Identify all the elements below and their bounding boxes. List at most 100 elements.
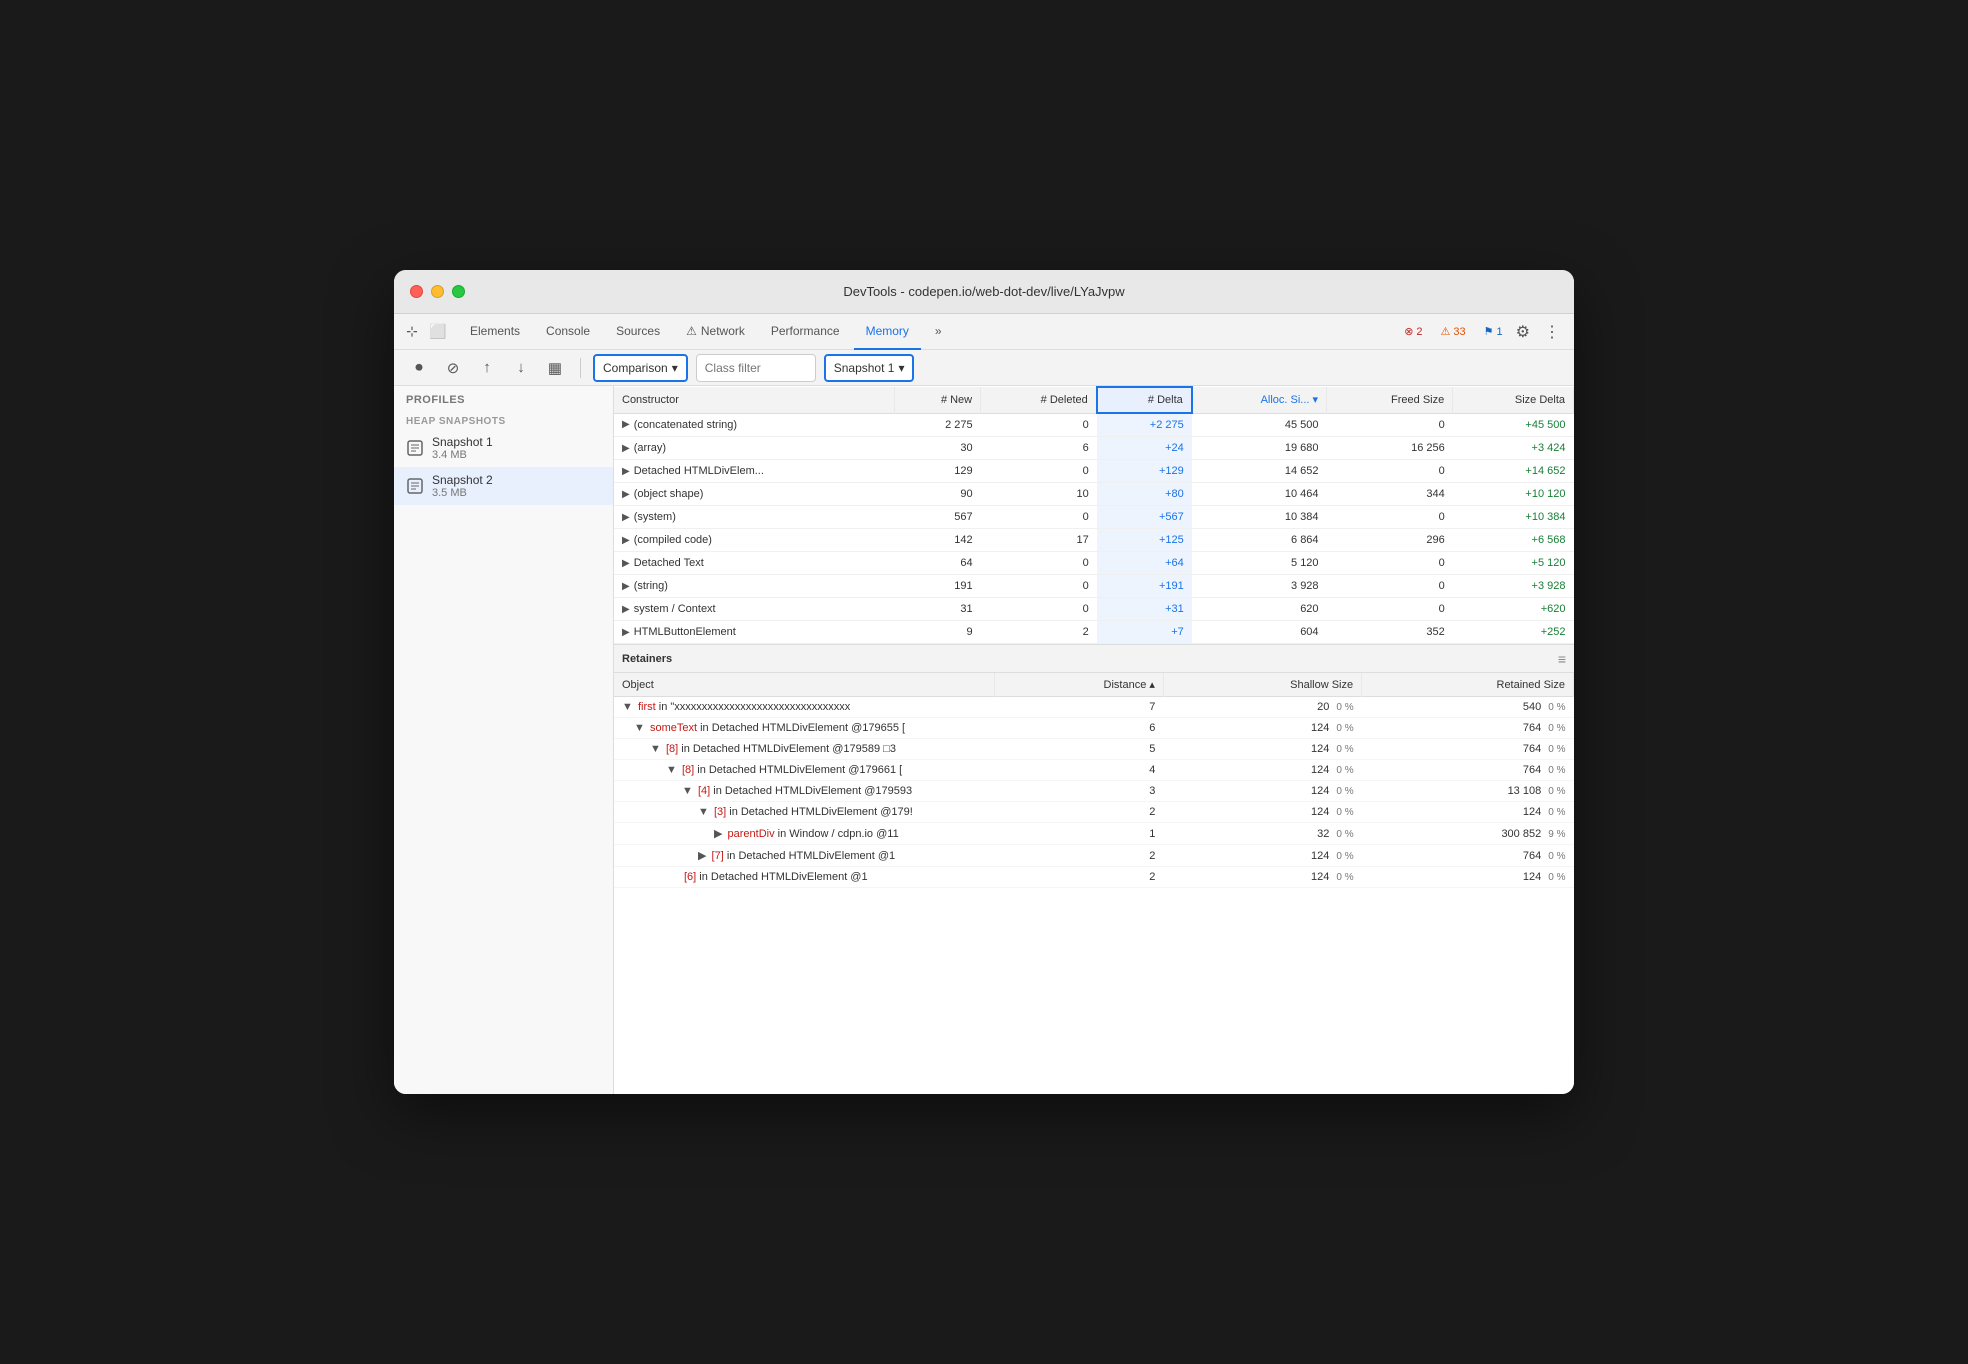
table-row[interactable]: ▶ HTMLButtonElement 9 2 +7 604 352 +252 (614, 621, 1574, 644)
cell-constructor: ▶ (compiled code) (614, 529, 894, 552)
table-row[interactable]: ▶ (array) 30 6 +24 19 680 16 256 +3 424 (614, 437, 1574, 460)
retainer-row[interactable]: ▼ someText in Detached HTMLDivElement @1… (614, 718, 1574, 739)
retainer-row[interactable]: ▼ [8] in Detached HTMLDivElement @179589… (614, 739, 1574, 760)
table-row[interactable]: ▶ system / Context 31 0 +31 620 0 +620 (614, 598, 1574, 621)
record-button[interactable]: ⏺ (406, 355, 432, 381)
table-row[interactable]: ▶ Detached Text 64 0 +64 5 120 0 +5 120 (614, 552, 1574, 575)
cell-size-delta: +252 (1453, 621, 1574, 644)
snapshot-2-item[interactable]: Snapshot 2 3.5 MB (394, 467, 613, 505)
cell-constructor: ▶ (object shape) (614, 483, 894, 506)
ret-keyword: [3] (714, 806, 726, 818)
cell-new: 90 (894, 483, 981, 506)
cell-deleted: 17 (981, 529, 1097, 552)
retainer-row[interactable]: ▶ parentDiv in Window / cdpn.io @11 1 32… (614, 823, 1574, 845)
inspect-icon[interactable]: ⬜ (428, 322, 448, 342)
tab-performance[interactable]: Performance (759, 314, 852, 350)
cell-deleted: 0 (981, 598, 1097, 621)
retainer-row[interactable]: ▼ first in "xxxxxxxxxxxxxxxxxxxxxxxxxxxx… (614, 697, 1574, 718)
snapshot-1-item[interactable]: Snapshot 1 3.4 MB (394, 429, 613, 467)
collect-button[interactable]: ▦ (542, 355, 568, 381)
expand-arrow[interactable]: ▶ (622, 466, 630, 477)
retainer-row[interactable]: ▶ [7] in Detached HTMLDivElement @1 2 12… (614, 845, 1574, 867)
info-badge: ⚑ 1 (1479, 323, 1508, 340)
tab-sources[interactable]: Sources (604, 314, 672, 350)
maximize-button[interactable] (452, 285, 465, 298)
error-count: 2 (1416, 326, 1422, 338)
table-row[interactable]: ▶ (object shape) 90 10 +80 10 464 344 +1… (614, 483, 1574, 506)
upload-button[interactable]: ↑ (474, 355, 500, 381)
ret-cell-distance: 5 (994, 739, 1163, 760)
ret-cell-shallow: 124 0 % (1163, 781, 1361, 802)
col-freed-size: Freed Size (1327, 387, 1453, 413)
more-options-button[interactable]: ⋮ (1538, 322, 1566, 342)
ret-text: in "xxxxxxxxxxxxxxxxxxxxxxxxxxxxxxxx (659, 701, 851, 713)
class-filter-input[interactable] (696, 354, 816, 382)
expand-arrow[interactable]: ▶ (622, 558, 630, 569)
ret-arrow: ▼ (698, 806, 709, 818)
minimize-button[interactable] (431, 285, 444, 298)
retainer-row[interactable]: ▼ [4] in Detached HTMLDivElement @179593… (614, 781, 1574, 802)
cell-delta: +80 (1097, 483, 1192, 506)
ret-cell-object: ▼ [4] in Detached HTMLDivElement @179593 (614, 781, 994, 802)
stop-button[interactable]: ⊘ (440, 355, 466, 381)
ret-text: in Detached HTMLDivElement @179! (729, 806, 913, 818)
snapshot-dropdown[interactable]: Snapshot 1 ▾ (824, 354, 915, 382)
cell-size-delta: +14 652 (1453, 460, 1574, 483)
settings-button[interactable]: ⚙ (1510, 322, 1536, 342)
ret-cell-distance: 3 (994, 781, 1163, 802)
cell-constructor: ▶ (concatenated string) (614, 413, 894, 437)
ret-cell-retained: 764 0 % (1362, 845, 1574, 867)
cell-deleted: 6 (981, 437, 1097, 460)
devtools-body: ⊹ ⬜ Elements Console Sources ⚠ Network P… (394, 314, 1574, 1094)
snapshot-2-size: 3.5 MB (432, 487, 493, 499)
comparison-dropdown[interactable]: Comparison ▾ (593, 354, 688, 382)
cell-size-delta: +10 120 (1453, 483, 1574, 506)
ret-cell-retained: 300 852 9 % (1362, 823, 1574, 845)
expand-arrow[interactable]: ▶ (622, 489, 630, 500)
cell-alloc-size: 10 464 (1192, 483, 1327, 506)
ret-arrow: ▼ (682, 785, 693, 797)
comparison-table: Constructor # New # Deleted # Delta Allo… (614, 386, 1574, 644)
table-row[interactable]: ▶ (concatenated string) 2 275 0 +2 275 4… (614, 413, 1574, 437)
cell-constructor: ▶ (system) (614, 506, 894, 529)
cell-alloc-size: 45 500 (1192, 413, 1327, 437)
snapshot-chevron: ▾ (898, 361, 904, 375)
download-button[interactable]: ↓ (508, 355, 534, 381)
tab-network-label: Network (701, 324, 745, 338)
expand-arrow[interactable]: ▶ (622, 535, 630, 546)
col-alloc-size[interactable]: Alloc. Si... ▾ (1192, 387, 1327, 413)
cell-delta: +567 (1097, 506, 1192, 529)
expand-arrow[interactable]: ▶ (622, 419, 630, 430)
ret-keyword: [8] (666, 743, 678, 755)
tab-elements[interactable]: Elements (458, 314, 532, 350)
ret-col-distance[interactable]: Distance ▴ (994, 673, 1163, 697)
cell-delta: +7 (1097, 621, 1192, 644)
col-constructor: Constructor (614, 387, 894, 413)
sidebar: Profiles HEAP SNAPSHOTS Snapshot 1 3.4 M… (394, 386, 614, 1094)
expand-arrow[interactable]: ▶ (622, 581, 630, 592)
retainer-row[interactable]: ▼ [8] in Detached HTMLDivElement @179661… (614, 760, 1574, 781)
expand-arrow[interactable]: ▶ (622, 604, 630, 615)
ret-cell-object: [6] in Detached HTMLDivElement @1 (614, 867, 994, 888)
close-button[interactable] (410, 285, 423, 298)
retainer-row[interactable]: ▼ [3] in Detached HTMLDivElement @179! 2… (614, 802, 1574, 823)
tab-network[interactable]: ⚠ Network (674, 314, 757, 350)
retainer-row[interactable]: [6] in Detached HTMLDivElement @1 2 124 … (614, 867, 1574, 888)
expand-arrow[interactable]: ▶ (622, 512, 630, 523)
snapshot-2-name: Snapshot 2 (432, 473, 493, 487)
tab-memory[interactable]: Memory (854, 314, 921, 350)
cell-deleted: 0 (981, 575, 1097, 598)
table-row[interactable]: ▶ (string) 191 0 +191 3 928 0 +3 928 (614, 575, 1574, 598)
ret-cell-retained: 764 0 % (1362, 718, 1574, 739)
ret-cell-distance: 4 (994, 760, 1163, 781)
ret-cell-shallow: 20 0 % (1163, 697, 1361, 718)
tab-console[interactable]: Console (534, 314, 602, 350)
cursor-icon[interactable]: ⊹ (402, 322, 422, 342)
table-row[interactable]: ▶ Detached HTMLDivElem... 129 0 +129 14 … (614, 460, 1574, 483)
table-row[interactable]: ▶ (system) 567 0 +567 10 384 0 +10 384 (614, 506, 1574, 529)
table-row[interactable]: ▶ (compiled code) 142 17 +125 6 864 296 … (614, 529, 1574, 552)
expand-arrow[interactable]: ▶ (622, 627, 630, 638)
tab-more[interactable]: » (923, 314, 954, 350)
expand-arrow[interactable]: ▶ (622, 443, 630, 454)
info-icon: ⚑ (1484, 325, 1494, 338)
